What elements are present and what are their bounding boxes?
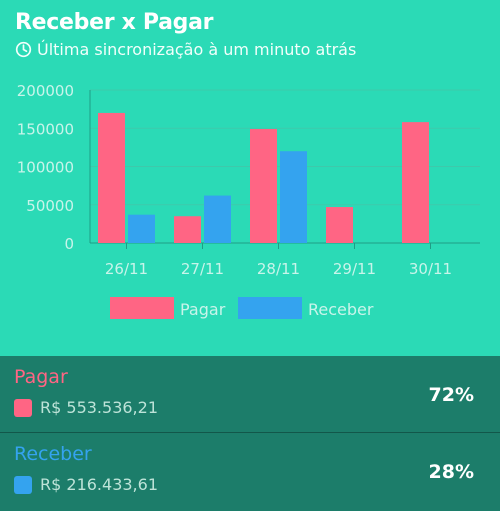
summary-receber[interactable]: Receber R$ 216.433,61 28% bbox=[0, 432, 500, 511]
x-tick-label: 27/11 bbox=[181, 260, 224, 278]
receber-swatch bbox=[14, 475, 32, 494]
chart-legend: Pagar Receber bbox=[110, 297, 374, 319]
x-tick-label: 26/11 bbox=[105, 260, 148, 278]
legend-item-pagar[interactable]: Pagar bbox=[110, 297, 226, 319]
legend-label: Receber bbox=[308, 300, 374, 319]
bar-receber[interactable] bbox=[280, 151, 307, 243]
y-tick-label: 50000 bbox=[26, 197, 74, 215]
x-tick-label: 28/11 bbox=[257, 260, 300, 278]
receber-amount-row: R$ 216.433,61 bbox=[14, 475, 158, 494]
pagar-label: Pagar bbox=[14, 366, 68, 388]
bar-receber[interactable] bbox=[128, 214, 155, 243]
receber-amount: R$ 216.433,61 bbox=[40, 475, 158, 494]
pagar-swatch bbox=[14, 398, 32, 417]
bar-pagar[interactable] bbox=[174, 216, 201, 243]
chart-bars bbox=[98, 112, 429, 243]
y-tick-label: 200000 bbox=[17, 82, 74, 100]
bar-pagar[interactable] bbox=[402, 122, 429, 243]
y-tick-label: 150000 bbox=[17, 120, 74, 138]
receber-label: Receber bbox=[14, 443, 92, 465]
bar-receber[interactable] bbox=[204, 195, 231, 243]
receber-percent: 28% bbox=[428, 461, 474, 483]
legend-swatch bbox=[110, 297, 174, 319]
pagar-percent: 72% bbox=[428, 384, 474, 406]
chart-card: Receber x Pagar Última sincronização à u… bbox=[0, 0, 500, 356]
x-tick-label: 30/11 bbox=[409, 260, 452, 278]
pagar-amount: R$ 553.536,21 bbox=[40, 398, 158, 417]
y-tick-label: 0 bbox=[64, 235, 74, 253]
legend-swatch bbox=[238, 297, 302, 319]
pagar-amount-row: R$ 553.536,21 bbox=[14, 398, 158, 417]
x-tick-label: 29/11 bbox=[333, 260, 376, 278]
bar-pagar[interactable] bbox=[326, 207, 353, 243]
chart-labels: 0 50000 100000 150000 200000 26/11 27/11 28/11 2… bbox=[17, 82, 452, 278]
bar-chart: 0 50000 100000 150000 200000 26/11 27/11 28/11 2… bbox=[17, 82, 480, 319]
bar-pagar[interactable] bbox=[98, 112, 125, 243]
legend-item-receber[interactable]: Receber bbox=[238, 297, 374, 319]
bar-pagar[interactable] bbox=[250, 129, 277, 243]
legend-label: Pagar bbox=[180, 300, 226, 319]
summary-pagar[interactable]: Pagar R$ 553.536,21 72% bbox=[0, 356, 500, 432]
y-tick-label: 100000 bbox=[17, 159, 74, 177]
